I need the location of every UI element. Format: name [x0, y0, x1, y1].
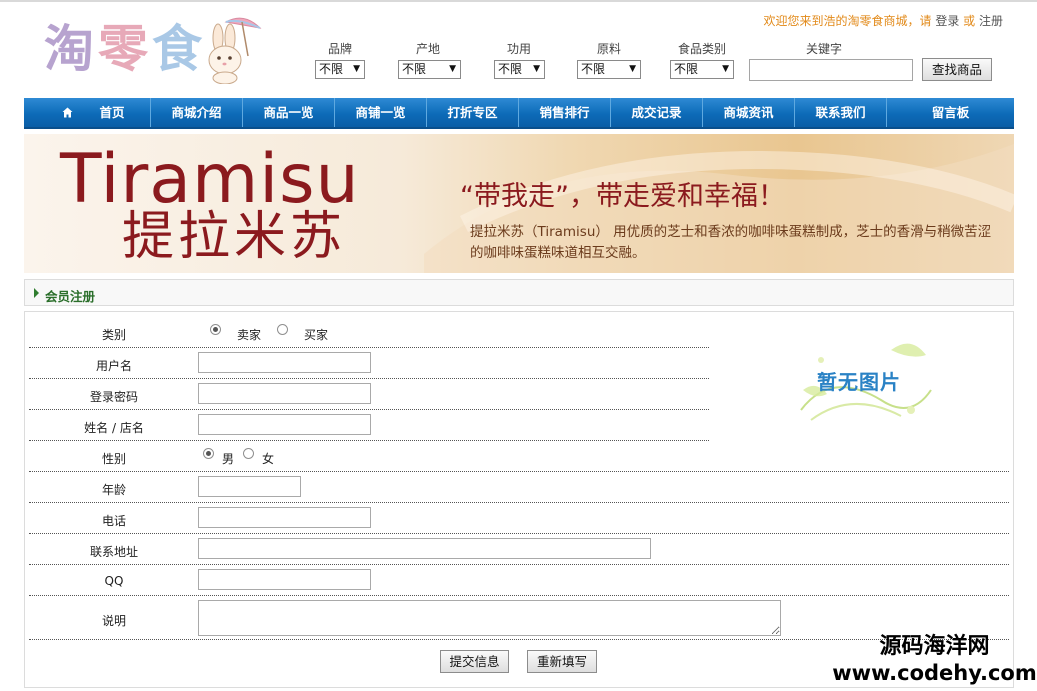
category-label: 类别: [101, 328, 126, 342]
register-link[interactable]: 注册: [979, 14, 1003, 28]
buyer-radio-label: 买家: [304, 328, 329, 342]
address-label: 联系地址: [89, 545, 138, 559]
nav-home-label: 首页: [99, 105, 125, 120]
nav-guestbook[interactable]: 留言板: [887, 98, 1014, 127]
address-input[interactable]: [198, 538, 651, 559]
food-category-select[interactable]: 不限 ▼: [670, 60, 734, 79]
welcome-or: 或: [959, 14, 979, 28]
filter-label-brand: 品牌: [327, 42, 352, 56]
filter-label-category: 食品类别: [677, 42, 726, 56]
function-select-value: 不限: [498, 62, 523, 76]
phone-input[interactable]: [198, 507, 371, 528]
male-radio[interactable]: [203, 448, 214, 459]
register-form: 类别 卖家 买家 用户名 登录密码 姓名 / 店名 暂无图片 性别 男 女 年龄…: [24, 311, 1014, 688]
welcome-bar: 欢迎您来到浩的淘零食商城，请 登录 或 注册: [764, 12, 1004, 29]
submit-button[interactable]: 提交信息: [440, 650, 509, 673]
qq-input[interactable]: [198, 569, 371, 590]
name-input[interactable]: [198, 414, 371, 435]
seller-radio[interactable]: [210, 324, 221, 335]
brand-select-value: 不限: [319, 62, 344, 76]
female-radio-label: 女: [262, 452, 275, 466]
nav-shops[interactable]: 商铺一览: [335, 98, 427, 127]
no-image-placeholder: 暂无图片: [791, 330, 941, 430]
banner-description: 提拉米苏（Tiramisu） 用优质的芝士和香浓的咖啡味蛋糕制成，芝士的香滑与稍…: [470, 224, 992, 261]
banner-slogan: “带我走”，带走爱和幸福！: [460, 181, 785, 212]
note-label: 说明: [101, 614, 126, 628]
dropdown-arrow-icon: ▼: [449, 64, 456, 74]
origin-select-value: 不限: [402, 62, 427, 76]
function-select[interactable]: 不限 ▼: [494, 60, 545, 79]
buyer-radio[interactable]: [277, 324, 288, 335]
age-label: 年龄: [101, 483, 126, 497]
filter-label-ingredient: 原料: [596, 42, 621, 56]
form-row-password: 登录密码: [29, 379, 709, 410]
seller-radio-label: 卖家: [237, 328, 262, 342]
dropdown-arrow-icon: ▼: [533, 64, 540, 74]
password-input[interactable]: [198, 383, 371, 404]
triangle-right-icon: [34, 288, 39, 298]
form-row-name: 姓名 / 店名: [29, 410, 709, 441]
phone-label: 电话: [101, 514, 126, 528]
male-radio-label: 男: [222, 452, 235, 466]
username-input[interactable]: [198, 352, 371, 373]
keyword-input[interactable]: [749, 59, 913, 81]
main-nav: 首页 商城介绍 商品一览 商铺一览 打折专区 销售排行 成交记录 商城资讯 联系…: [24, 98, 1014, 129]
nav-about[interactable]: 商城介绍: [151, 98, 243, 127]
watermark-line-2: www.codehy.com: [832, 661, 1037, 685]
login-link[interactable]: 登录: [935, 14, 959, 28]
food-category-select-value: 不限: [674, 62, 699, 76]
no-image-text: 暂无图片: [817, 370, 901, 394]
nav-transactions[interactable]: 成交记录: [611, 98, 703, 127]
name-label: 姓名 / 店名: [84, 421, 144, 435]
nav-products[interactable]: 商品一览: [243, 98, 335, 127]
nav-contact[interactable]: 联系我们: [795, 98, 887, 127]
filter-label-origin: 产地: [415, 42, 440, 56]
ingredient-select-value: 不限: [581, 62, 606, 76]
watermark-line-1: 源码海洋网: [879, 634, 990, 659]
keyword-label: 关键字: [805, 42, 842, 56]
banner-title-cn: 提拉米苏: [122, 207, 347, 267]
form-row-gender: 性别 男 女: [29, 441, 1009, 472]
female-radio[interactable]: [243, 448, 254, 459]
reset-button[interactable]: 重新填写: [527, 650, 597, 673]
qq-label: QQ: [104, 574, 124, 588]
origin-select[interactable]: 不限 ▼: [398, 60, 461, 79]
find-products-button[interactable]: 查找商品: [922, 58, 992, 81]
password-label: 登录密码: [89, 390, 138, 404]
dropdown-arrow-icon: ▼: [629, 64, 636, 74]
brand-select[interactable]: 不限 ▼: [315, 60, 365, 79]
section-header: 会员注册: [24, 279, 1014, 306]
form-row-phone: 电话: [29, 503, 1009, 534]
ingredient-select[interactable]: 不限 ▼: [577, 60, 641, 79]
top-border: [0, 0, 1037, 2]
welcome-text: 欢迎您来到浩的淘零食商城，请: [763, 14, 936, 28]
dropdown-arrow-icon: ▼: [353, 64, 360, 74]
form-row-age: 年龄: [29, 472, 1009, 503]
promo-banner[interactable]: Tiramisu 提拉米苏 “带我走”，带走爱和幸福！ 提拉米苏（Tiramis…: [24, 134, 1014, 273]
form-row-qq: QQ: [29, 565, 1009, 596]
dropdown-arrow-icon: ▼: [722, 64, 729, 74]
form-row-username: 用户名: [29, 348, 709, 379]
age-input[interactable]: [198, 476, 301, 497]
nav-news[interactable]: 商城资讯: [703, 98, 795, 127]
home-icon: [62, 107, 73, 118]
nav-home[interactable]: 首页: [24, 98, 151, 127]
section-title: 会员注册: [45, 289, 96, 304]
nav-sales-ranking[interactable]: 销售排行: [519, 98, 611, 127]
note-textarea[interactable]: [198, 600, 781, 636]
site-watermark: 源码海洋网 www.codehy.com: [832, 634, 1037, 686]
form-row-category: 类别 卖家 买家: [29, 316, 709, 348]
filter-label-function: 功用: [506, 42, 531, 56]
username-label: 用户名: [95, 359, 132, 373]
gender-label: 性别: [101, 452, 126, 466]
nav-discounts[interactable]: 打折专区: [427, 98, 519, 127]
form-row-address: 联系地址: [29, 534, 1009, 565]
search-filters: 品牌 不限 ▼ 产地 不限 ▼ 功用 不限 ▼ 原料 不限 ▼ 食品类别 不限 ▼ 关键字…: [0, 40, 1037, 84]
